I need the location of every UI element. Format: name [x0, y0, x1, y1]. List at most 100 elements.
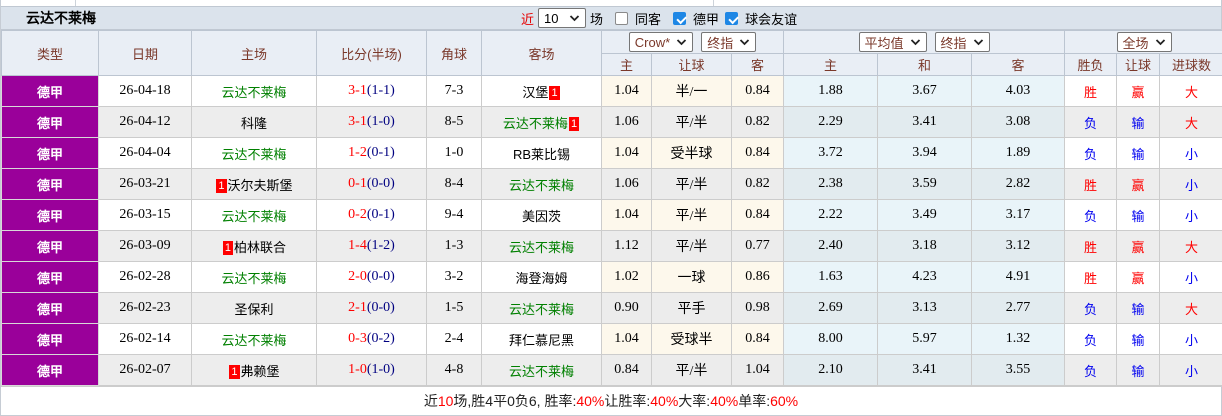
match-row: 德甲26-02-28云达不莱梅2-0(0-0)3-2海登海姆1.02一球0.86…: [2, 262, 1222, 293]
home-team-name[interactable]: 圣保利: [234, 302, 273, 317]
away-team-name[interactable]: RB莱比锡: [513, 147, 570, 162]
halftime-score: (1-0): [367, 362, 395, 377]
crow-odds-time-select[interactable]: 终指: [701, 32, 756, 52]
cell-date: 26-02-07: [99, 355, 192, 386]
fulltime-score: 1-4: [348, 238, 367, 253]
halftime-score: (1-0): [367, 114, 395, 129]
cell-crow-odds-0: 1.02: [602, 262, 652, 293]
cell-corners: 1-0: [427, 138, 482, 169]
cell-corners: 2-4: [427, 324, 482, 355]
cell-avg-odds-1: 3.41: [878, 355, 972, 386]
average-select[interactable]: 平均值: [859, 32, 927, 52]
home-team-name[interactable]: 柏林联合: [234, 240, 286, 255]
home-team-name[interactable]: 科隆: [241, 116, 267, 131]
period-select-value: 全场: [1123, 33, 1149, 52]
cell-avg-odds-2: 2.77: [972, 293, 1065, 324]
cell-avg-odds-2: 3.55: [972, 355, 1065, 386]
cell-away: 美因茨: [482, 200, 602, 231]
cell-home: 1沃尔夫斯堡: [192, 169, 317, 200]
cell-date: 26-03-09: [99, 231, 192, 262]
subcol-handicap-result: 让球: [1117, 54, 1160, 76]
cell-winlose: 负: [1065, 138, 1117, 169]
bundesliga-label: 德甲: [693, 9, 719, 28]
away-team-name[interactable]: 美因茨: [522, 209, 561, 224]
bookmaker-select[interactable]: Crow*: [629, 32, 693, 52]
club-friendly-label: 球会友谊: [745, 9, 797, 28]
cell-goals-result: 大: [1160, 76, 1222, 107]
cell-avg-odds-1: 3.13: [878, 293, 972, 324]
subcol-winlose: 胜负: [1065, 54, 1117, 76]
away-team-name[interactable]: 汉堡: [522, 85, 548, 100]
cell-avg-odds-1: 3.18: [878, 231, 972, 262]
cell-crow-odds-2: 0.82: [732, 107, 784, 138]
summary-footer: 近10场,胜4平0负6, 胜率:40% 让胜率:40% 大率:40% 单率:60…: [1, 386, 1221, 416]
crow-odds-time-value: 终指: [707, 33, 733, 52]
away-team-name[interactable]: 拜仁慕尼黑: [509, 333, 574, 348]
cell-away: 拜仁慕尼黑: [482, 324, 602, 355]
summary-text: 10: [438, 393, 454, 409]
cell-date: 26-03-21: [99, 169, 192, 200]
same-away-checkbox[interactable]: [615, 12, 628, 25]
cell-crow-odds-1: 平/半: [652, 355, 732, 386]
average-odds-time-value: 终指: [941, 33, 967, 52]
cell-handicap-result: 输: [1117, 324, 1160, 355]
home-team-name[interactable]: 沃尔夫斯堡: [228, 178, 293, 193]
away-team-name[interactable]: 云达不莱梅: [509, 178, 574, 193]
away-team-name[interactable]: 云达不莱梅: [503, 116, 568, 131]
fulltime-score: 2-1: [348, 300, 367, 315]
home-team-name[interactable]: 弗赖堡: [241, 364, 280, 379]
home-team-name[interactable]: 云达不莱梅: [221, 209, 286, 224]
rank-badge: 1: [229, 365, 239, 379]
cell-goals-result: 小: [1160, 355, 1222, 386]
cell-avg-odds-0: 3.72: [784, 138, 878, 169]
average-odds-time-select[interactable]: 终指: [935, 32, 990, 52]
summary-text: 场,胜4平0负6, 胜率:: [453, 391, 576, 411]
away-team-name[interactable]: 云达不莱梅: [509, 302, 574, 317]
recent-games-select[interactable]: 10: [538, 8, 586, 28]
cell-winlose: 胜: [1065, 76, 1117, 107]
odds-history-panel: 云达不莱梅 近 10 场 同客 德甲 球会友谊 类型 日期: [0, 0, 1222, 416]
cell-away: 云达不莱梅: [482, 355, 602, 386]
bundesliga-checkbox[interactable]: [673, 12, 686, 25]
cell-corners: 7-3: [427, 76, 482, 107]
fulltime-score: 3-1: [348, 83, 367, 98]
fulltime-score: 0-1: [348, 176, 367, 191]
cell-crow-odds-0: 1.04: [602, 76, 652, 107]
home-team-name[interactable]: 云达不莱梅: [221, 85, 286, 100]
fulltime-group-header: 全场: [1065, 31, 1222, 54]
cell-away: 云达不莱梅: [482, 231, 602, 262]
summary-text: 大率:: [678, 391, 710, 411]
home-team-name[interactable]: 云达不莱梅: [221, 271, 286, 286]
chevron-down-icon: [910, 39, 921, 46]
halftime-score: (1-2): [367, 238, 395, 253]
chevron-down-icon: [569, 15, 580, 22]
summary-text: 近: [424, 391, 438, 411]
home-team-name[interactable]: 云达不莱梅: [221, 333, 286, 348]
cell-league: 德甲: [2, 355, 99, 386]
subcol-crow-home: 主: [602, 54, 652, 76]
club-friendly-checkbox[interactable]: [725, 12, 738, 25]
cell-avg-odds-0: 2.40: [784, 231, 878, 262]
cell-league: 德甲: [2, 262, 99, 293]
cell-score: 1-2(0-1): [317, 138, 427, 169]
cell-league: 德甲: [2, 169, 99, 200]
rank-badge: 1: [223, 241, 233, 255]
fulltime-score: 1-0: [348, 362, 367, 377]
chevron-down-icon: [973, 39, 984, 46]
col-header-away: 客场: [482, 31, 602, 76]
cell-handicap-result: 输: [1117, 355, 1160, 386]
cell-home: 云达不莱梅: [192, 324, 317, 355]
away-team-name[interactable]: 海登海姆: [515, 271, 567, 286]
cell-handicap-result: 赢: [1117, 76, 1160, 107]
cell-avg-odds-2: 1.89: [972, 138, 1065, 169]
home-team-name[interactable]: 云达不莱梅: [221, 147, 286, 162]
away-team-name[interactable]: 云达不莱梅: [509, 240, 574, 255]
cell-league: 德甲: [2, 324, 99, 355]
cell-corners: 4-8: [427, 355, 482, 386]
cell-home: 云达不莱梅: [192, 138, 317, 169]
chevron-down-icon: [1155, 39, 1166, 46]
cell-winlose: 负: [1065, 293, 1117, 324]
period-select[interactable]: 全场: [1117, 32, 1172, 52]
away-team-name[interactable]: 云达不莱梅: [509, 364, 574, 379]
match-row: 德甲26-04-12科隆3-1(1-0)8-5云达不莱梅11.06平/半0.82…: [2, 107, 1222, 138]
